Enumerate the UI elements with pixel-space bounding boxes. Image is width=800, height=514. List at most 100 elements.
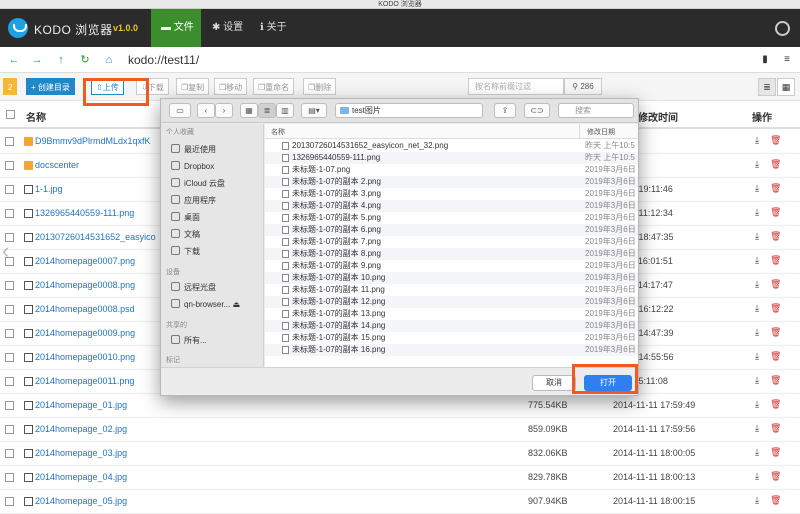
row-checkbox[interactable] <box>5 209 14 218</box>
dialog-file-row[interactable]: 1326965440559-111.png 昨天 上午10:5 <box>265 152 638 164</box>
download-icon[interactable]: ⤓ <box>755 375 759 386</box>
row-checkbox[interactable] <box>5 161 14 170</box>
bookmark-list-icon[interactable]: ≡ <box>778 51 796 69</box>
sidebar-item-recents[interactable]: 最近使用 <box>171 144 216 155</box>
tag-icon[interactable]: ⊂⊃ <box>524 103 550 118</box>
trash-icon[interactable]: 🗑 <box>770 159 781 170</box>
delete-button[interactable]: ❐删除 <box>303 78 337 95</box>
file-name-link[interactable]: 2014homepage0010.png <box>35 352 135 362</box>
sidebar-toggle-icon[interactable]: ▭ <box>169 103 191 118</box>
move-button[interactable]: ❐移动 <box>214 78 248 95</box>
column-view-icon[interactable]: ▥ <box>276 103 294 118</box>
dialog-file-row[interactable]: 未标题-1-07的副本 11.png 2019年3月6日 <box>265 284 638 296</box>
file-name-link[interactable]: docscenter <box>35 160 79 170</box>
table-row[interactable]: 2014homepage_04.jpg 829.78KB 2014-11-11 18… <box>0 466 800 490</box>
sidebar-item-downloads[interactable]: 下载 <box>171 246 200 257</box>
dialog-file-row[interactable]: 未标题-1-07的副本 15.png 2019年3月6日 <box>265 332 638 344</box>
dialog-file-row[interactable]: 未标题-1-07的副本 12.png 2019年3月6日 <box>265 296 638 308</box>
dialog-file-row[interactable]: 未标题-1-07的副本 2.png 2019年3月6日 <box>265 176 638 188</box>
trash-icon[interactable]: 🗑 <box>770 303 781 314</box>
cancel-button[interactable]: 取消 <box>532 375 576 391</box>
download-icon[interactable]: ⤓ <box>755 183 759 194</box>
row-checkbox[interactable] <box>5 497 14 506</box>
icon-view-icon[interactable]: ▦ <box>240 103 258 118</box>
selected-count-badge[interactable]: 2 <box>3 78 18 95</box>
folder-select[interactable]: test图片 <box>335 103 483 118</box>
bookmark-icon[interactable]: ▮ <box>756 51 774 69</box>
trash-icon[interactable]: 🗑 <box>770 327 781 338</box>
download-icon[interactable]: ⤓ <box>755 495 759 506</box>
rename-button[interactable]: ❐重命名 <box>253 78 295 95</box>
copy-button[interactable]: ❐复制 <box>176 78 210 95</box>
row-checkbox[interactable] <box>5 425 14 434</box>
chevron-left-icon[interactable]: ‹ <box>2 238 9 264</box>
sidebar-item-documents[interactable]: 文稿 <box>171 229 200 240</box>
trash-icon[interactable]: 🗑 <box>770 279 781 290</box>
download-icon[interactable]: ⤓ <box>755 351 759 362</box>
table-row[interactable]: 2014homepage_01.jpg 775.54KB 2014-11-11 17… <box>0 394 800 418</box>
download-icon[interactable]: ⤓ <box>755 471 759 482</box>
file-name-link[interactable]: 2014homepage_04.jpg <box>35 472 127 482</box>
nav-about[interactable]: ℹ 关于 <box>260 9 300 47</box>
trash-icon[interactable]: 🗑 <box>770 447 781 458</box>
file-name-link[interactable]: 1-1.jpg <box>35 184 63 194</box>
forward-icon[interactable]: › <box>215 103 233 118</box>
dialog-search-input[interactable]: 搜索 <box>558 103 634 118</box>
trash-icon[interactable]: 🗑 <box>770 375 781 386</box>
file-name-link[interactable]: 2014homepage_05.jpg <box>35 496 127 506</box>
download-icon[interactable]: ⤓ <box>755 207 759 218</box>
row-checkbox[interactable] <box>5 185 14 194</box>
trash-icon[interactable]: 🗑 <box>770 231 781 242</box>
dialog-file-row[interactable]: 未标题-1-07.png 2019年3月6日 <box>265 164 638 176</box>
home-icon[interactable]: ⌂ <box>100 51 118 69</box>
create-dir-button[interactable]: + 创建目录 <box>26 78 75 95</box>
file-name-link[interactable]: D9Bmmv9dPlrmdMLdx1qxfK <box>35 136 151 146</box>
dialog-file-row[interactable]: 未标题-1-07的副本 6.png 2019年3月6日 <box>265 224 638 236</box>
row-checkbox[interactable] <box>5 401 14 410</box>
download-icon[interactable]: ⤓ <box>755 303 759 314</box>
dialog-file-row[interactable]: 未标题-1-07的副本 5.png 2019年3月6日 <box>265 212 638 224</box>
file-name-link[interactable]: 20130726014531652_easyico <box>35 232 156 242</box>
sidebar-item-dropbox[interactable]: Dropbox <box>171 161 214 171</box>
dialog-file-row[interactable]: 未标题-1-07的副本 4.png 2019年3月6日 <box>265 200 638 212</box>
dialog-file-row[interactable]: 未标题-1-07的副本 13.png 2019年3月6日 <box>265 308 638 320</box>
dialog-file-row[interactable]: 未标题-1-07的副本 8.png 2019年3月6日 <box>265 248 638 260</box>
eject-icon[interactable]: ⏏ <box>230 300 240 309</box>
dialog-file-row[interactable]: 未标题-1-07的副本 16.png 2019年3月6日 <box>265 344 638 356</box>
back-icon[interactable]: ‹ <box>197 103 215 118</box>
dialog-file-row[interactable]: 未标题-1-07的副本 7.png 2019年3月6日 <box>265 236 638 248</box>
file-name-link[interactable]: 2014homepage_02.jpg <box>35 424 127 434</box>
column-date-header[interactable]: 修改日期 <box>587 127 615 137</box>
download-icon[interactable]: ⤓ <box>755 447 759 458</box>
download-icon[interactable]: ⤓ <box>755 399 759 410</box>
share-icon[interactable]: ⇪ <box>494 103 516 118</box>
row-checkbox[interactable] <box>5 137 14 146</box>
dialog-file-row[interactable]: 20130726014531652_easyicon_net_32.png 昨天 … <box>265 140 638 152</box>
sidebar-item-applications[interactable]: 应用程序 <box>171 195 216 206</box>
download-icon[interactable]: ⤓ <box>755 135 759 146</box>
nav-settings[interactable]: ✱ 设置 <box>212 9 254 47</box>
grid-view-icon[interactable]: ▦ <box>777 78 795 96</box>
list-view-icon[interactable]: ≣ <box>758 78 776 96</box>
sidebar-item-desktop[interactable]: 桌面 <box>171 212 200 223</box>
file-name-link[interactable]: 1326965440559-111.png <box>35 208 134 218</box>
download-icon[interactable]: ⤓ <box>755 159 759 170</box>
table-row[interactable]: 2014homepage_03.jpg 832.06KB 2014-11-11 18… <box>0 442 800 466</box>
download-icon[interactable]: ⤓ <box>755 231 759 242</box>
download-icon[interactable]: ⤓ <box>755 255 759 266</box>
file-name-link[interactable]: 2014homepage0011.png <box>35 376 134 386</box>
download-icon[interactable]: ⤓ <box>755 327 759 338</box>
address-path[interactable]: kodo://test11/ <box>128 53 199 67</box>
header-time[interactable]: 修改时间 <box>638 109 678 124</box>
header-name[interactable]: 名称 <box>26 109 46 124</box>
row-checkbox[interactable] <box>5 473 14 482</box>
nav-files[interactable]: ▬ 文件 <box>151 9 201 47</box>
trash-icon[interactable]: 🗑 <box>770 255 781 266</box>
file-name-link[interactable]: 2014homepage_03.jpg <box>35 448 127 458</box>
row-checkbox[interactable] <box>5 377 14 386</box>
list-view-icon[interactable]: ≣ <box>258 103 276 118</box>
sidebar-item-all-shared[interactable]: 所有... <box>171 335 207 346</box>
search-button[interactable]: ⚲ 286 <box>564 78 602 95</box>
row-checkbox[interactable] <box>5 281 14 290</box>
select-all-checkbox[interactable] <box>6 110 15 119</box>
